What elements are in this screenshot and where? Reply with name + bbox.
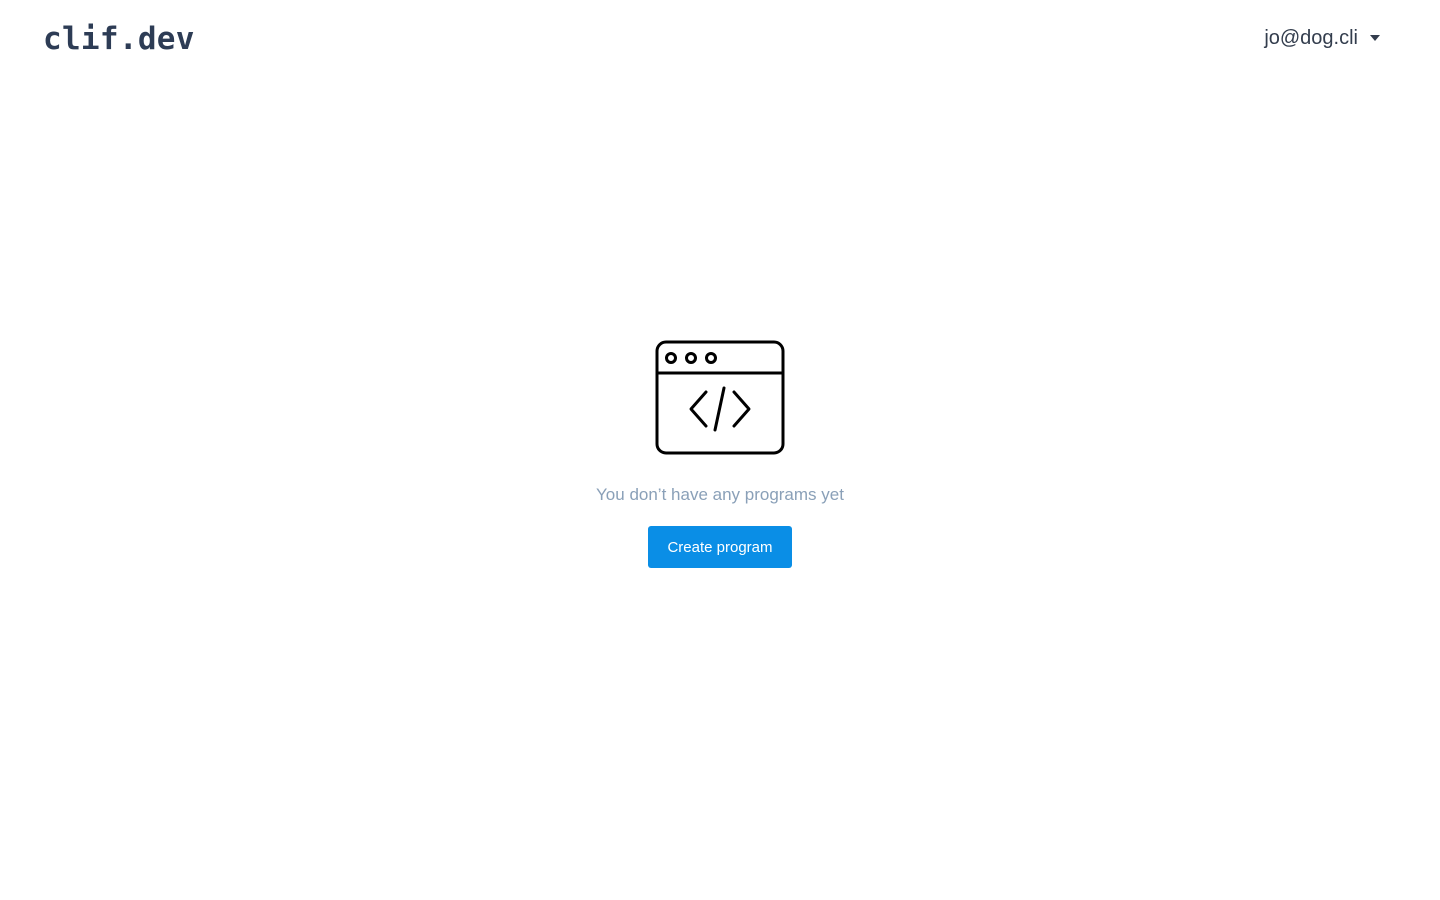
empty-message: You don’t have any programs yet: [596, 485, 844, 504]
create-program-button[interactable]: Create program: [648, 526, 792, 568]
top-header: clif.dev jo@dog.cli: [0, 0, 1440, 80]
user-email: jo@dog.cli: [1264, 27, 1358, 49]
empty-state: You don’t have any programs yet Create p…: [0, 340, 1440, 568]
app-logo[interactable]: clif.dev: [43, 20, 195, 58]
code-window-icon: [655, 340, 785, 455]
caret-down-icon: [1370, 35, 1380, 41]
user-menu[interactable]: jo@dog.cli: [1264, 26, 1380, 50]
